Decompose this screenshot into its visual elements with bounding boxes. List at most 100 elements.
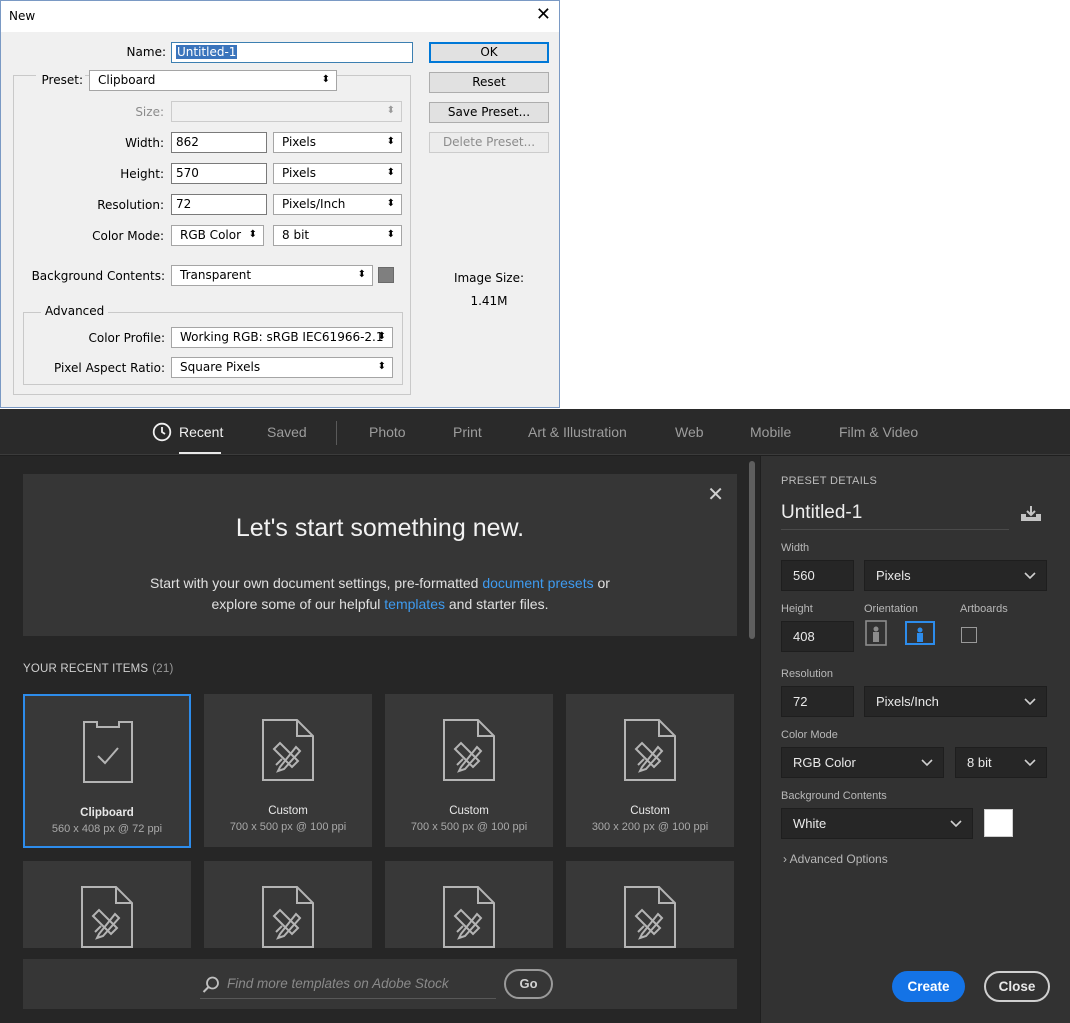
recent-item-name: Custom — [449, 805, 489, 817]
save-preset-button[interactable]: Save Preset... — [429, 102, 549, 123]
landscape-orientation-icon[interactable] — [905, 620, 935, 646]
tab-recent[interactable]: Recent — [179, 424, 223, 440]
tab-divider — [336, 421, 337, 445]
recent-item-card[interactable]: Custom 300 x 200 px @ 100 ppi — [566, 694, 734, 847]
recent-item-name: Custom — [268, 805, 308, 817]
artboards-checkbox[interactable] — [961, 627, 977, 643]
recent-item-card[interactable]: Custom 700 x 500 px @ 100 ppi — [385, 694, 553, 847]
height-unit-dropdown[interactable]: Pixels ⬍ — [273, 163, 402, 184]
name-input[interactable]: Untitled-1 — [171, 42, 413, 63]
bit-depth-dropdown[interactable]: 8 bit — [955, 747, 1047, 778]
document-presets-link[interactable]: document presets — [482, 575, 593, 591]
clipboard-document-icon — [83, 721, 133, 783]
color-profile-dropdown[interactable]: Working RGB: sRGB IEC61966-2.1 ⬍ — [171, 327, 393, 348]
welcome-banner: Let's start something new. Start with yo… — [23, 474, 737, 636]
color-mode-label: Color Mode: — [92, 229, 164, 243]
custom-document-icon — [624, 886, 676, 948]
portrait-orientation-icon[interactable] — [864, 620, 890, 646]
width-label: Width — [781, 542, 810, 554]
advanced-label: Advanced — [41, 304, 109, 318]
delete-preset-button[interactable]: Delete Preset... — [429, 132, 549, 153]
tab-saved[interactable]: Saved — [267, 424, 307, 440]
resolution-input[interactable]: 72 — [171, 194, 267, 215]
recent-item-dimensions: 700 x 500 px @ 100 ppi — [410, 821, 528, 833]
adobe-stock-search-bar: Find more templates on Adobe Stock Go — [23, 959, 737, 1009]
orientation-label: Orientation — [864, 603, 918, 615]
recent-item-card[interactable] — [204, 861, 372, 948]
bit-depth-dropdown[interactable]: 8 bit ⬍ — [273, 225, 402, 246]
resolution-input[interactable]: 72 — [781, 686, 854, 717]
clock-icon — [152, 422, 172, 447]
updown-arrow-icon: ⬍ — [377, 331, 386, 342]
recent-item-card[interactable] — [23, 861, 191, 948]
updown-arrow-icon: ⬍ — [386, 136, 395, 147]
resolution-unit-dropdown[interactable]: Pixels/Inch — [864, 686, 1047, 717]
recent-item-card[interactable] — [566, 861, 734, 948]
go-button[interactable]: Go — [504, 969, 553, 999]
resolution-label: Resolution — [781, 668, 833, 680]
close-icon[interactable]: ✕ — [707, 482, 724, 507]
tab-film-video[interactable]: Film & Video — [839, 424, 918, 440]
save-preset-icon[interactable] — [1019, 505, 1043, 528]
close-icon[interactable]: ✕ — [536, 4, 551, 26]
scrollbar-thumb[interactable] — [749, 461, 755, 639]
create-button[interactable]: Create — [892, 971, 965, 1002]
recent-item-card[interactable]: Custom 700 x 500 px @ 100 ppi — [204, 694, 372, 847]
color-mode-label: Color Mode — [781, 729, 838, 741]
custom-document-icon — [624, 719, 676, 781]
advanced-options-toggle[interactable]: › Advanced Options — [783, 852, 888, 866]
size-dropdown[interactable]: ⬍ — [171, 101, 402, 122]
color-mode-dropdown[interactable]: RGB Color — [781, 747, 944, 778]
height-label: Height: — [120, 167, 164, 181]
background-contents-dropdown[interactable]: White — [781, 808, 973, 839]
tab-web[interactable]: Web — [675, 424, 704, 440]
height-input[interactable]: 408 — [781, 621, 854, 652]
pixel-aspect-ratio-dropdown[interactable]: Square Pixels ⬍ — [171, 357, 393, 378]
background-contents-dropdown[interactable]: Transparent ⬍ — [171, 265, 373, 286]
recent-items-heading: YOUR RECENT ITEMS (21) — [23, 663, 174, 675]
new-document-dialog: Recent Saved Photo Print Art & Illustrat… — [0, 409, 1070, 1023]
color-mode-dropdown[interactable]: RGB Color ⬍ — [171, 225, 264, 246]
width-input[interactable]: 560 — [781, 560, 854, 591]
preset-label: Preset: — [36, 73, 85, 87]
updown-arrow-icon: ⬍ — [321, 74, 330, 85]
width-input[interactable]: 862 — [171, 132, 267, 153]
recent-item-name: Custom — [630, 805, 670, 817]
tab-mobile[interactable]: Mobile — [750, 424, 791, 440]
stock-search-field[interactable]: Find more templates on Adobe Stock — [200, 970, 496, 999]
resolution-unit-dropdown[interactable]: Pixels/Inch ⬍ — [273, 194, 402, 215]
legacy-new-document-dialog: New ✕ Name: Untitled-1 Preset: Clipboard… — [0, 0, 560, 408]
document-name-input[interactable]: Untitled-1 — [781, 502, 1009, 530]
recent-item-card[interactable]: Clipboard 560 x 408 px @ 72 ppi — [23, 694, 191, 848]
tab-photo[interactable]: Photo — [369, 424, 406, 440]
tab-print[interactable]: Print — [453, 424, 482, 440]
category-tabs: Recent Saved Photo Print Art & Illustrat… — [0, 409, 1070, 455]
background-color-swatch[interactable] — [984, 809, 1013, 837]
close-button[interactable]: Close — [984, 971, 1050, 1002]
preset-details-panel: PRESET DETAILS Untitled-1 Width 560 Pixe… — [761, 456, 1070, 1023]
ok-button[interactable]: OK — [429, 42, 549, 63]
preset-dropdown[interactable]: Clipboard ⬍ — [89, 70, 337, 91]
dialog-title: New — [9, 9, 36, 23]
dialog-titlebar: New ✕ — [1, 1, 559, 32]
reset-button[interactable]: Reset — [429, 72, 549, 93]
width-unit-dropdown[interactable]: Pixels — [864, 560, 1047, 591]
height-input[interactable]: 570 — [171, 163, 267, 184]
width-unit-dropdown[interactable]: Pixels ⬍ — [273, 132, 402, 153]
custom-document-icon — [443, 719, 495, 781]
recent-item-card[interactable] — [385, 861, 553, 948]
background-contents-label: Background Contents — [781, 790, 887, 802]
updown-arrow-icon: ⬍ — [386, 167, 395, 178]
name-label: Name: — [126, 45, 166, 59]
background-color-swatch[interactable] — [378, 267, 394, 283]
custom-document-icon — [262, 886, 314, 948]
search-icon — [202, 976, 220, 999]
image-size-value: 1.41M — [470, 294, 508, 308]
custom-document-icon — [443, 886, 495, 948]
templates-link[interactable]: templates — [384, 596, 445, 612]
banner-text-line-1: Start with your own document settings, p… — [150, 575, 610, 591]
updown-arrow-icon: ⬍ — [386, 105, 395, 116]
chevron-down-icon — [1024, 568, 1036, 585]
size-label: Size: — [135, 105, 164, 119]
tab-art-illustration[interactable]: Art & Illustration — [528, 424, 627, 440]
